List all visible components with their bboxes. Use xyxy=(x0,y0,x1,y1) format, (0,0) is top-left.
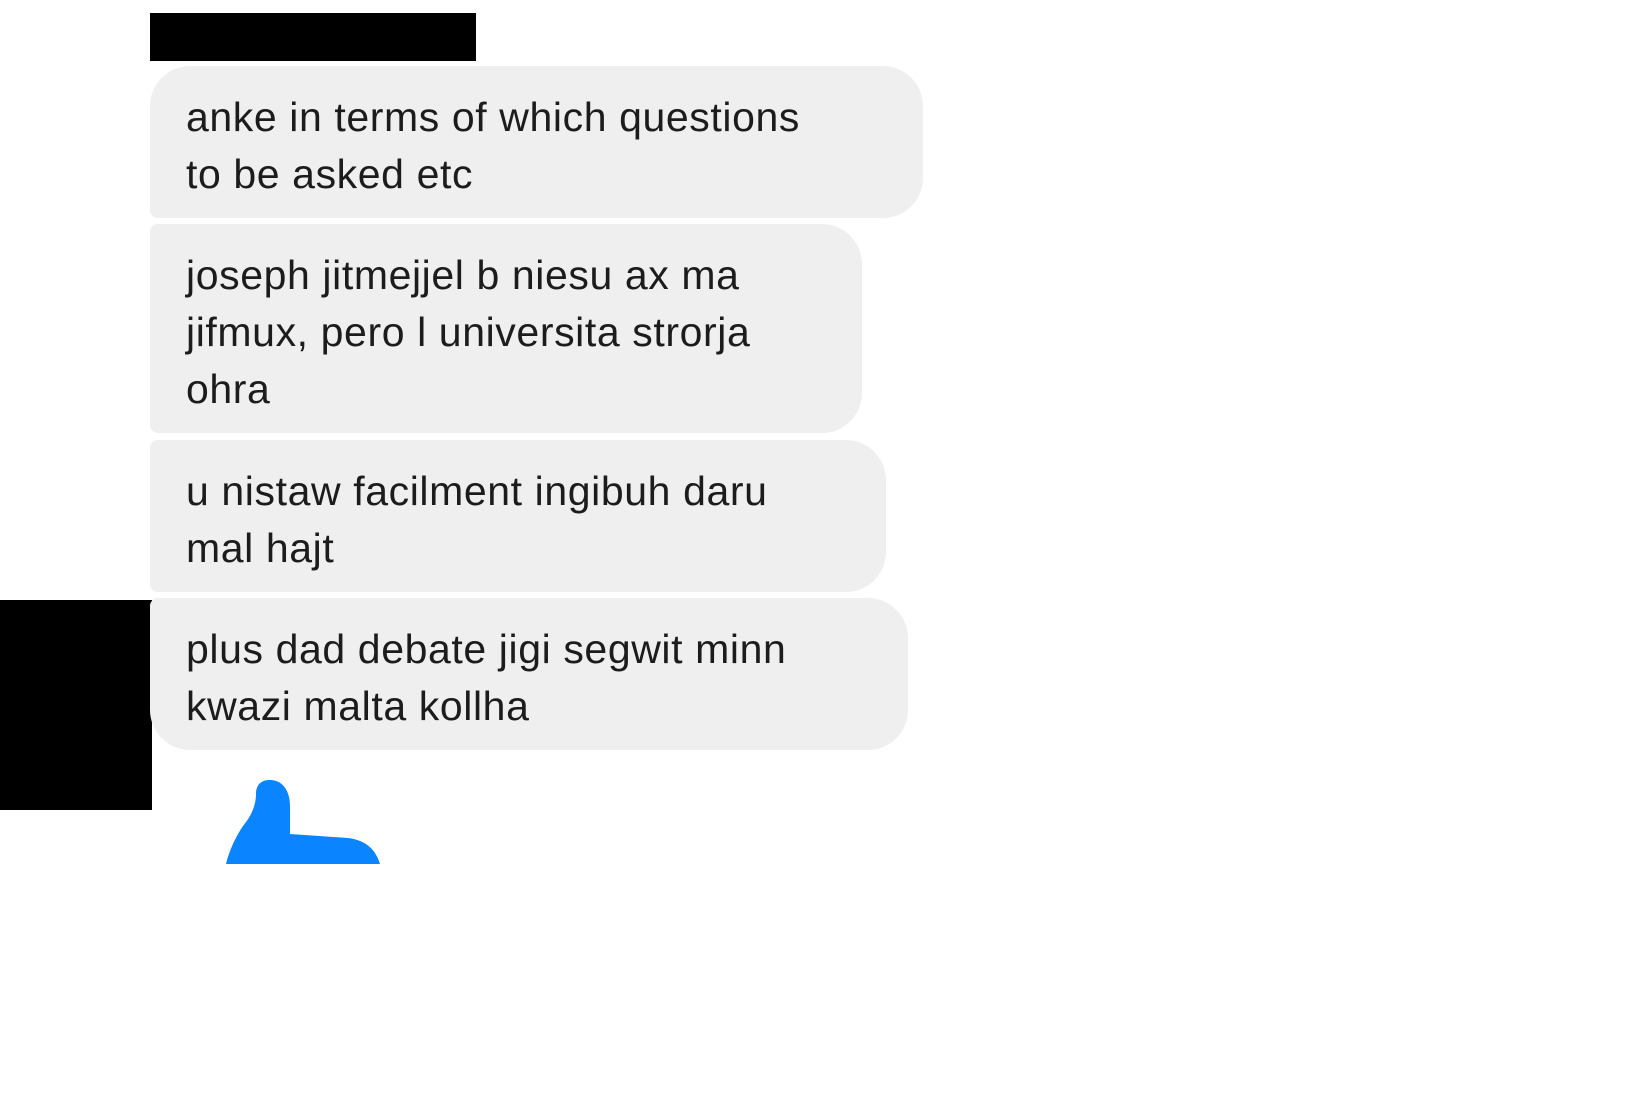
thumbs-up-icon-graphic xyxy=(226,780,380,864)
message-bubble[interactable]: anke in terms of which questions to be a… xyxy=(150,66,923,218)
thumbs-up-icon[interactable] xyxy=(220,776,380,864)
message-bubble[interactable]: plus dad debate jigi segwit minn kwazi m… xyxy=(150,598,908,750)
redacted-sender-name xyxy=(150,13,476,61)
message-bubble[interactable]: u nistaw facilment ingibuh daru mal hajt xyxy=(150,440,886,592)
message-bubble[interactable]: joseph jitmejjel b niesu ax ma jifmux, p… xyxy=(150,224,862,433)
redacted-avatar xyxy=(0,600,152,810)
